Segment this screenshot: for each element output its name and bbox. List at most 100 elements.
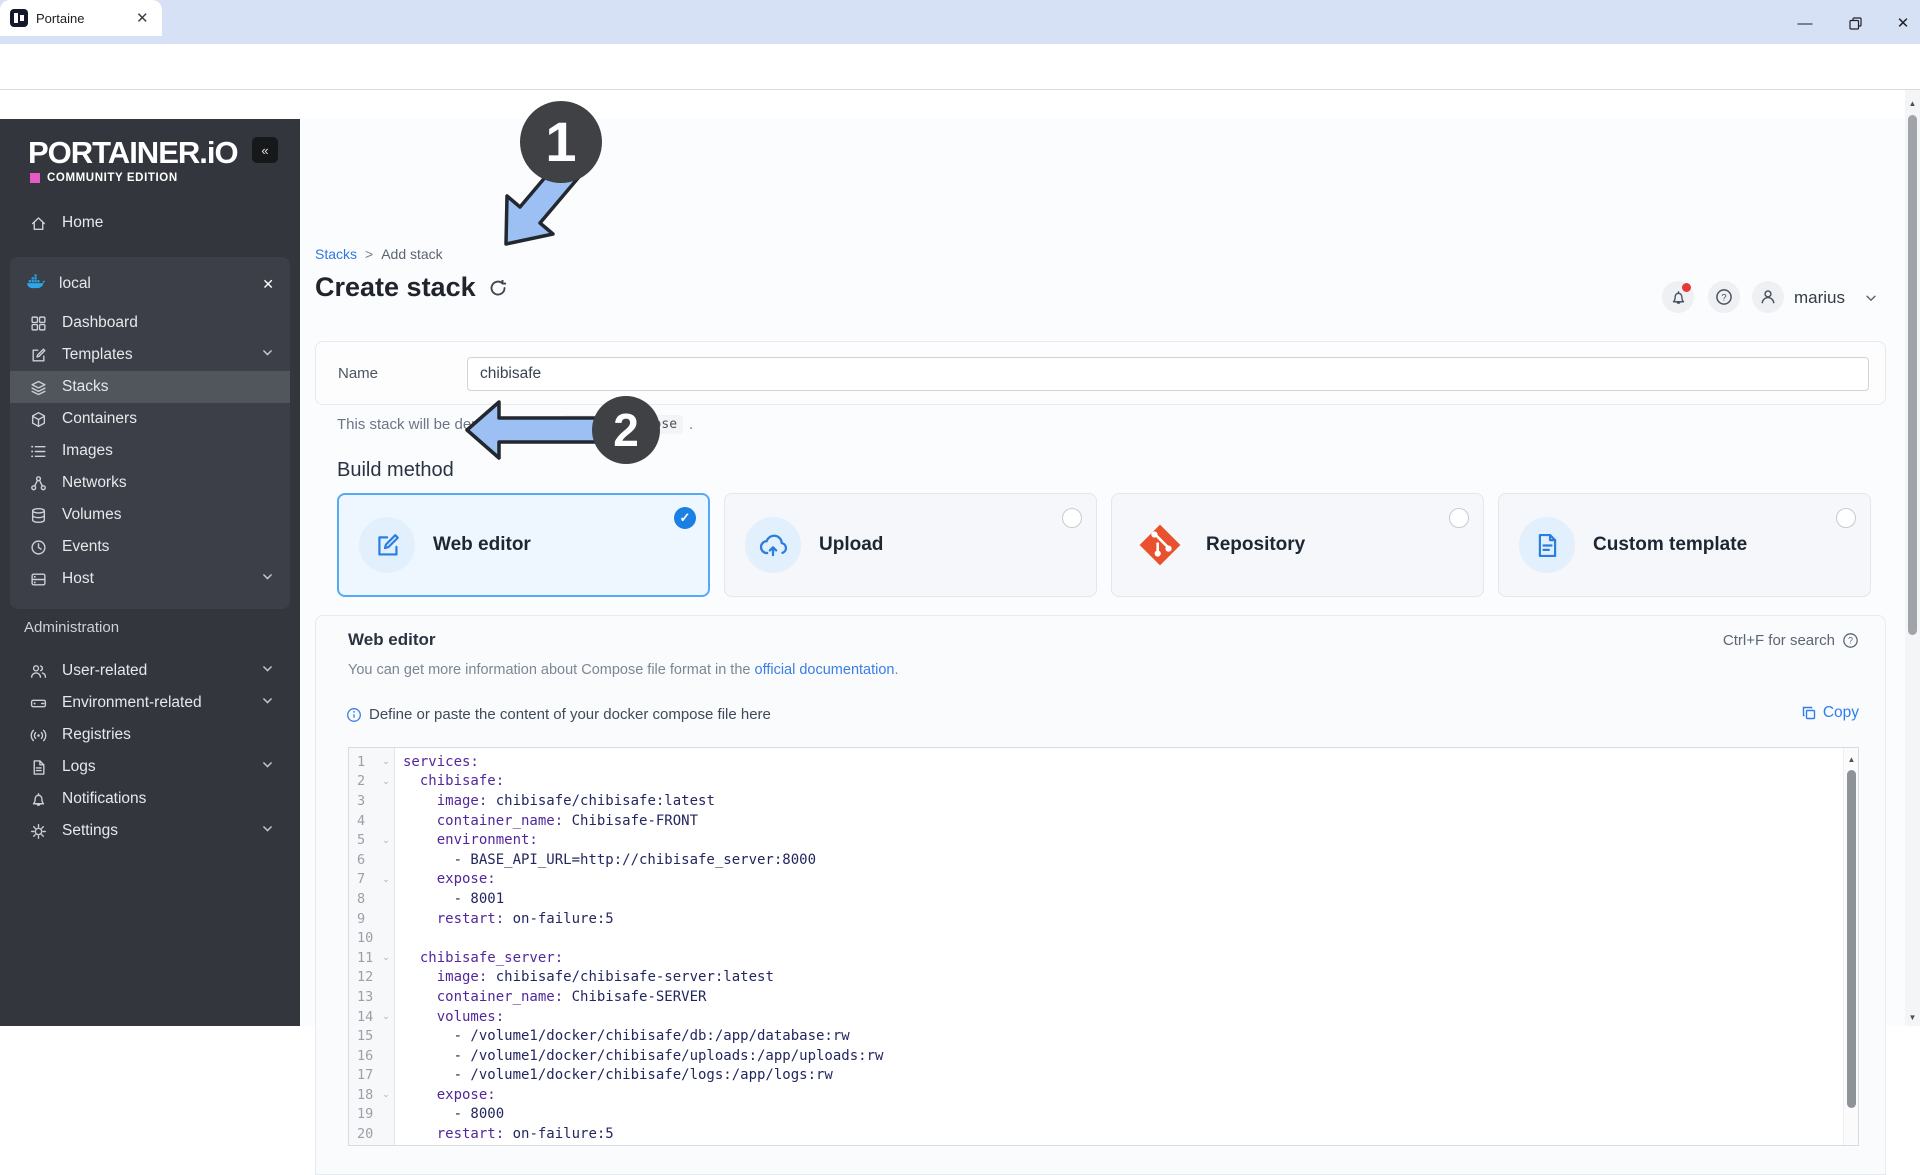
tab-close-icon[interactable]: ✕ <box>136 11 149 26</box>
build-method-web-editor[interactable]: Web editor ✓ <box>337 493 710 597</box>
code-text: - /volume1/docker/chibisafe/logs:/app/lo… <box>403 1067 833 1084</box>
sidebar-item-events[interactable]: Events <box>10 531 290 563</box>
fold-chevron-icon[interactable]: ⌄ <box>377 952 395 963</box>
official-documentation-link[interactable]: official documentation <box>755 662 895 678</box>
page-scrollbar[interactable]: ▲ ▼ <box>1905 90 1920 1026</box>
fold-chevron-icon[interactable]: ⌄ <box>377 1011 395 1022</box>
radio-unselected[interactable] <box>1449 508 1469 528</box>
notifications-button[interactable] <box>1662 281 1694 313</box>
sidebar-item-notifications[interactable]: Notifications <box>10 783 290 815</box>
sidebar-item-label: Templates <box>62 346 133 363</box>
docker-icon <box>26 273 45 295</box>
radio-unselected[interactable] <box>1836 508 1856 528</box>
page-scroll-down-icon[interactable]: ▼ <box>1905 1010 1920 1024</box>
code-line: 15 - /volume1/docker/chibisafe/db:/app/d… <box>349 1026 1858 1046</box>
compose-info-text: You can get more information about Compo… <box>348 662 899 678</box>
build-method-upload[interactable]: Upload <box>724 493 1097 597</box>
sidebar-item-label: Dashboard <box>62 314 138 331</box>
code-line: 4 container_name: Chibisafe-FRONT <box>349 811 1858 831</box>
fold-chevron-icon[interactable]: ⌄ <box>377 874 395 885</box>
sidebar-item-label: Stacks <box>62 378 109 395</box>
web-editor-panel: Web editor Ctrl+F for search ? You can g… <box>315 615 1886 1175</box>
fold-chevron-icon[interactable]: ⌄ <box>377 1089 395 1100</box>
build-method-cards: Web editor ✓ Upload Repository Custom templa… <box>337 493 1886 597</box>
copy-button[interactable]: Copy <box>1801 704 1859 722</box>
window-restore-button[interactable] <box>1840 10 1870 36</box>
stack-name-input[interactable] <box>467 357 1869 391</box>
help-button[interactable]: ? <box>1708 281 1740 313</box>
fold-chevron-icon[interactable]: ⌄ <box>377 835 395 846</box>
refresh-icon[interactable] <box>488 278 508 298</box>
code-line: 3 image: chibisafe/chibisafe:latest <box>349 791 1858 811</box>
build-method-repository[interactable]: Repository <box>1111 493 1484 597</box>
sidebar-collapse-button[interactable]: « <box>252 137 278 163</box>
build-method-label: Repository <box>1206 534 1306 555</box>
environment-header[interactable]: local ✕ <box>10 267 290 307</box>
radio-unselected[interactable] <box>1062 508 1082 528</box>
administration-menu: User-related Environment-related Registrie… <box>10 655 290 847</box>
page-scrollbar-thumb[interactable] <box>1908 115 1917 635</box>
compose-info-suffix: . <box>894 662 899 678</box>
page-scroll-up-icon[interactable]: ▲ <box>1905 96 1920 110</box>
web-editor-title: Web editor <box>348 630 436 649</box>
line-number: 9 <box>357 910 366 927</box>
sidebar-item-user-related[interactable]: User-related <box>10 655 290 687</box>
sidebar-item-containers[interactable]: Containers <box>10 403 290 435</box>
sidebar-item-label: Volumes <box>62 506 122 523</box>
code-line: 2 ⌄ chibisafe: <box>349 772 1858 792</box>
chevron-down-icon[interactable] <box>1864 291 1878 305</box>
sidebar-item-images[interactable]: Images <box>10 435 290 467</box>
sidebar-item-dashboard[interactable]: Dashboard <box>10 307 290 339</box>
fold-chevron-icon[interactable]: ⌄ <box>377 756 395 767</box>
sidebar-item-label: Networks <box>62 474 127 491</box>
code-text: services: <box>403 753 479 770</box>
fold-chevron-icon[interactable]: ⌄ <box>377 776 395 787</box>
line-number: 18 <box>357 1086 374 1103</box>
sidebar-item-registries[interactable]: Registries <box>10 719 290 751</box>
build-method-custom-template[interactable]: Custom template <box>1498 493 1871 597</box>
chevron-down-icon <box>261 822 274 840</box>
line-number: 20 <box>357 1126 374 1143</box>
code-line: 20 restart: on-failure:5 <box>349 1124 1858 1144</box>
editor-scrollbar[interactable]: ▲ <box>1843 748 1858 1145</box>
copy-label: Copy <box>1822 704 1859 721</box>
sidebar-item-label: Host <box>62 570 94 587</box>
selected-check-icon: ✓ <box>674 507 696 529</box>
user-menu-button[interactable] <box>1752 281 1784 313</box>
user-name[interactable]: marius <box>1794 288 1845 308</box>
environment-menu: Dashboard Templates Stacks Containers Images… <box>10 307 290 595</box>
network-icon <box>30 475 47 492</box>
editor-scrollbar-thumb[interactable] <box>1847 770 1856 1108</box>
sidebar-item-label: Logs <box>62 758 96 775</box>
compose-code-editor[interactable]: 1 ⌄ services: 2 ⌄ chibisafe: 3 image: chibisa… <box>348 747 1859 1146</box>
sidebar-item-logs[interactable]: Logs <box>10 751 290 783</box>
sidebar: PORTAINER.iO COMMUNITY EDITION « Home lo… <box>0 119 300 1026</box>
sidebar-item-settings[interactable]: Settings <box>10 815 290 847</box>
sidebar-item-host[interactable]: Host <box>10 563 290 595</box>
bookmark-strip <box>0 90 1920 119</box>
question-circle-icon[interactable]: ? <box>1842 632 1859 649</box>
code-line: 7 ⌄ expose: <box>349 870 1858 890</box>
editor-scroll-up-icon[interactable]: ▲ <box>1844 752 1858 766</box>
copy-icon <box>1802 706 1816 720</box>
sidebar-item-label: Settings <box>62 822 119 839</box>
environment-close-icon[interactable]: ✕ <box>262 276 274 293</box>
code-text: restart: on-failure:5 <box>436 910 614 927</box>
sidebar-item-stacks[interactable]: Stacks <box>10 371 290 403</box>
environment-block: local ✕ Dashboard Templates Stacks Containe… <box>10 257 290 609</box>
git-icon <box>1132 517 1188 573</box>
window-minimize-button[interactable]: — <box>1790 10 1820 36</box>
sidebar-item-volumes[interactable]: Volumes <box>10 499 290 531</box>
sidebar-item-networks[interactable]: Networks <box>10 467 290 499</box>
code-line: 10 <box>349 928 1858 948</box>
window-close-button[interactable]: ✕ <box>1888 10 1918 36</box>
deploy-note-text: This stack will be deployed using <box>337 416 556 433</box>
sidebar-item-home[interactable]: Home <box>12 207 288 239</box>
line-number: 1 <box>357 753 366 770</box>
breadcrumb-stacks-link[interactable]: Stacks <box>315 246 357 262</box>
sidebar-item-templates[interactable]: Templates <box>10 339 290 371</box>
sidebar-item-environment-related[interactable]: Environment-related <box>10 687 290 719</box>
dashboard-icon <box>30 315 47 332</box>
breadcrumb-separator: > <box>365 246 374 262</box>
code-text: chibisafe: <box>419 773 505 790</box>
